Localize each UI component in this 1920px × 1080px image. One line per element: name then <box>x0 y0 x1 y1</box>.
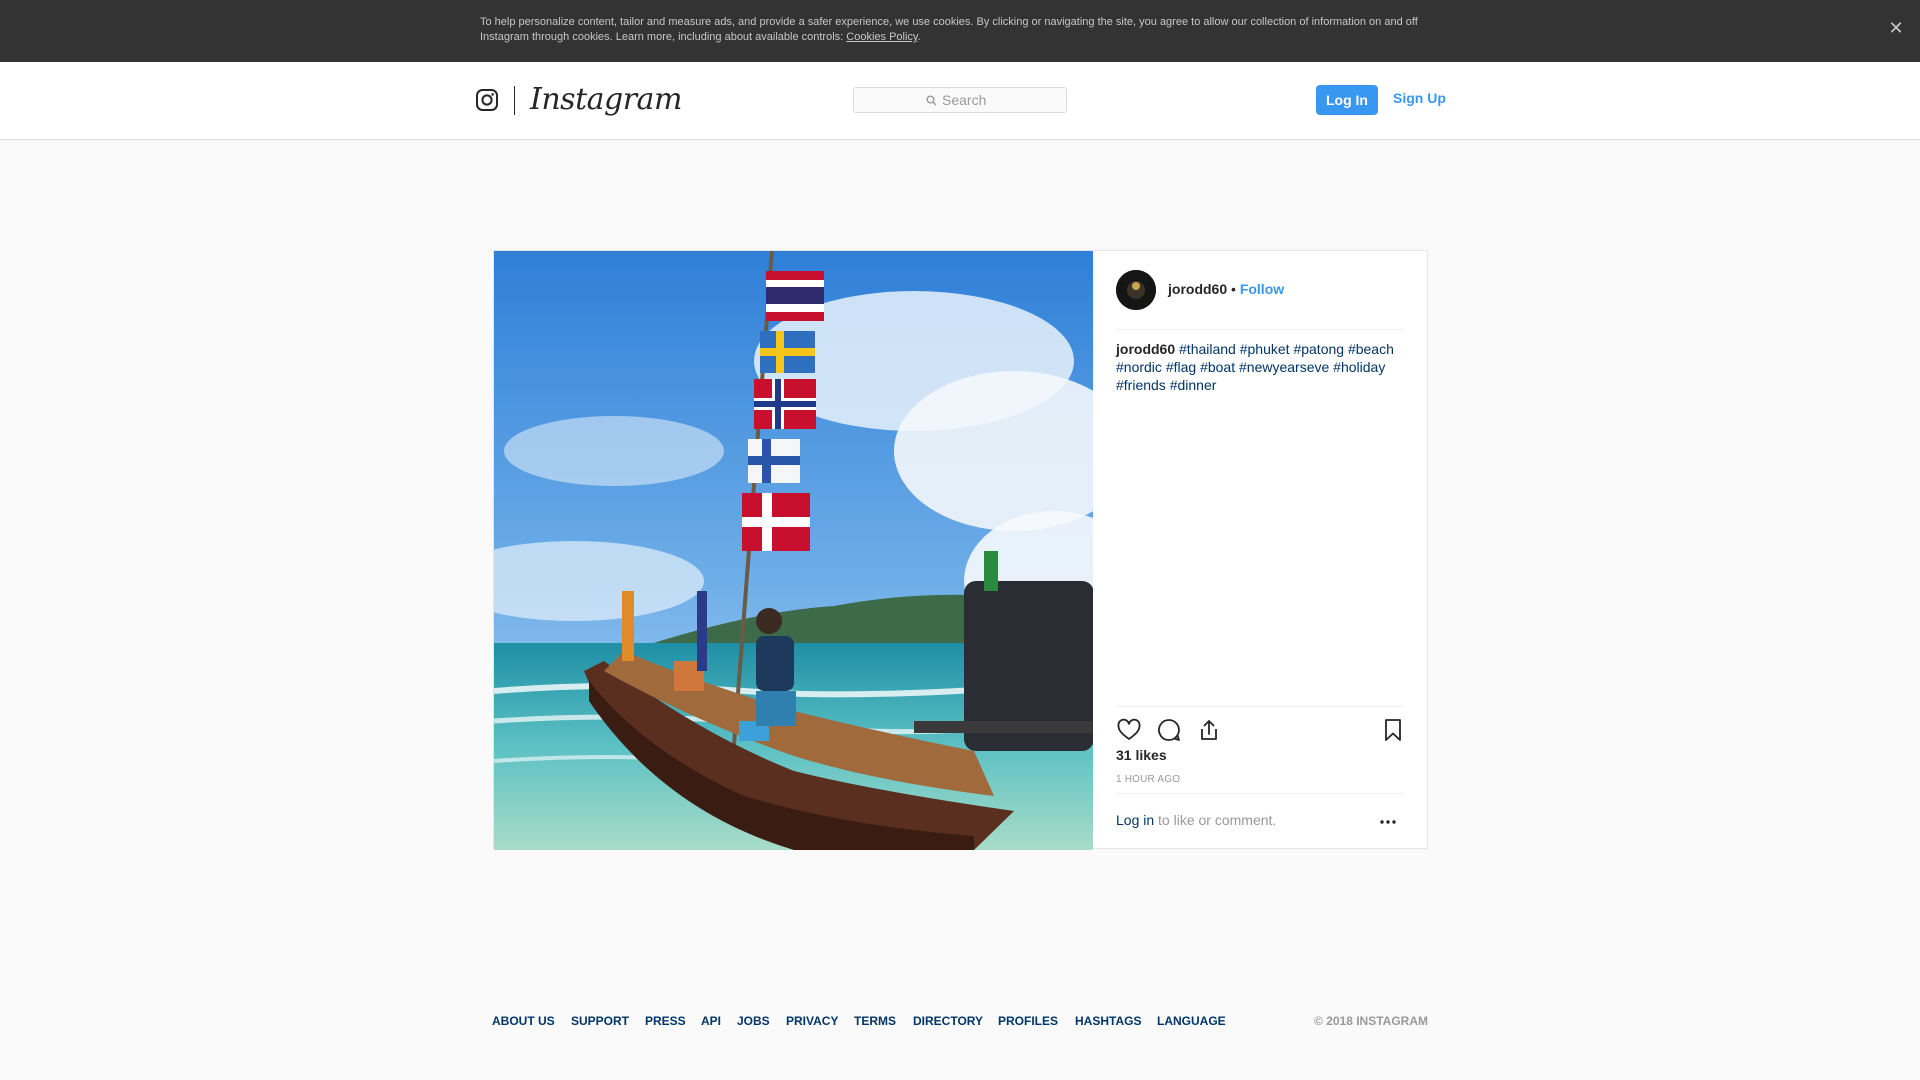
hashtag-link[interactable]: #flag <box>1166 359 1196 375</box>
cookie-notice-period: . <box>917 31 921 43</box>
copyright-notice: © 2018 Instagram <box>1314 1014 1428 1028</box>
footer-link-support[interactable]: Support <box>571 1014 629 1028</box>
close-icon[interactable]: ✕ <box>1882 14 1910 42</box>
caption-username[interactable]: jorodd60 <box>1116 341 1175 357</box>
footer-link-terms[interactable]: Terms <box>854 1014 896 1028</box>
search-box[interactable] <box>853 87 1067 113</box>
hashtag-link[interactable]: #beach <box>1348 341 1394 357</box>
hashtag-link[interactable]: #patong <box>1293 341 1344 357</box>
footer-link-about[interactable]: About us <box>492 1014 555 1028</box>
post-timestamp[interactable]: 1 HOUR AGO <box>1116 774 1180 785</box>
top-nav: Instagram Log In Sign Up <box>0 62 1920 140</box>
cookie-notice-text: To help personalize content, tailor and … <box>480 15 1440 45</box>
post-sidebar: jorodd60 • Follow jorodd60 #thailand #ph… <box>1093 251 1427 848</box>
instagram-camera-icon[interactable] <box>475 88 499 112</box>
login-button[interactable]: Log In <box>1316 85 1378 115</box>
footer-link-hashtags[interactable]: Hashtags <box>1075 1014 1141 1028</box>
hashtag-link[interactable]: #holiday <box>1333 359 1385 375</box>
hashtag-link[interactable]: #friends <box>1116 377 1166 393</box>
footer-link-api[interactable]: API <box>701 1014 721 1028</box>
hashtag-link[interactable]: #phuket <box>1240 341 1290 357</box>
likes-count[interactable]: 31 likes <box>1116 747 1167 763</box>
search-input[interactable] <box>942 90 1062 110</box>
more-options-icon[interactable] <box>1377 813 1399 831</box>
hashtag-link[interactable]: #boat <box>1200 359 1235 375</box>
post-caption: jorodd60 #thailand #phuket #patong #beac… <box>1116 340 1408 394</box>
divider <box>1116 329 1404 330</box>
post-card: jorodd60 • Follow jorodd60 #thailand #ph… <box>493 250 1428 850</box>
avatar[interactable] <box>1116 270 1156 310</box>
cookies-policy-link[interactable]: Cookies Policy <box>846 31 917 43</box>
divider <box>1116 793 1404 794</box>
logo-divider <box>514 86 515 115</box>
footer: About us Support Press API Jobs Privacy … <box>492 1012 1428 1032</box>
footer-link-language[interactable]: Language <box>1157 1014 1226 1028</box>
comment-icon[interactable] <box>1156 717 1182 743</box>
share-icon[interactable] <box>1196 717 1222 743</box>
search-icon <box>926 95 937 106</box>
follow-button[interactable]: Follow <box>1240 281 1284 297</box>
divider <box>1116 706 1404 707</box>
hashtag-link[interactable]: #thailand <box>1179 341 1236 357</box>
separator-dot: • <box>1231 281 1236 297</box>
cookie-notice-body: To help personalize content, tailor and … <box>480 16 1418 43</box>
bookmark-icon[interactable] <box>1380 717 1406 743</box>
hashtag-link[interactable]: #newyearseve <box>1239 359 1329 375</box>
hashtag-link[interactable]: #nordic <box>1116 359 1162 375</box>
footer-link-jobs[interactable]: Jobs <box>737 1014 770 1028</box>
post-photo[interactable] <box>494 251 1093 850</box>
post-header-author: jorodd60 • Follow <box>1168 281 1284 297</box>
author-username[interactable]: jorodd60 <box>1168 281 1227 297</box>
footer-link-profiles[interactable]: Profiles <box>998 1014 1058 1028</box>
heart-icon[interactable] <box>1116 717 1142 743</box>
footer-link-press[interactable]: Press <box>645 1014 686 1028</box>
footer-link-privacy[interactable]: Privacy <box>786 1014 838 1028</box>
login-to-comment: Log in to like or comment. <box>1116 812 1276 828</box>
hashtag-link[interactable]: #dinner <box>1170 377 1217 393</box>
boat-photo-illustration <box>494 251 1093 850</box>
instagram-wordmark[interactable]: Instagram <box>530 82 682 118</box>
login-link[interactable]: Log in <box>1116 812 1154 828</box>
signup-link[interactable]: Sign Up <box>1393 90 1446 106</box>
footer-link-directory[interactable]: Directory <box>913 1014 983 1028</box>
cookie-banner: To help personalize content, tailor and … <box>0 0 1920 62</box>
login-prompt-text: to like or comment. <box>1154 812 1277 828</box>
